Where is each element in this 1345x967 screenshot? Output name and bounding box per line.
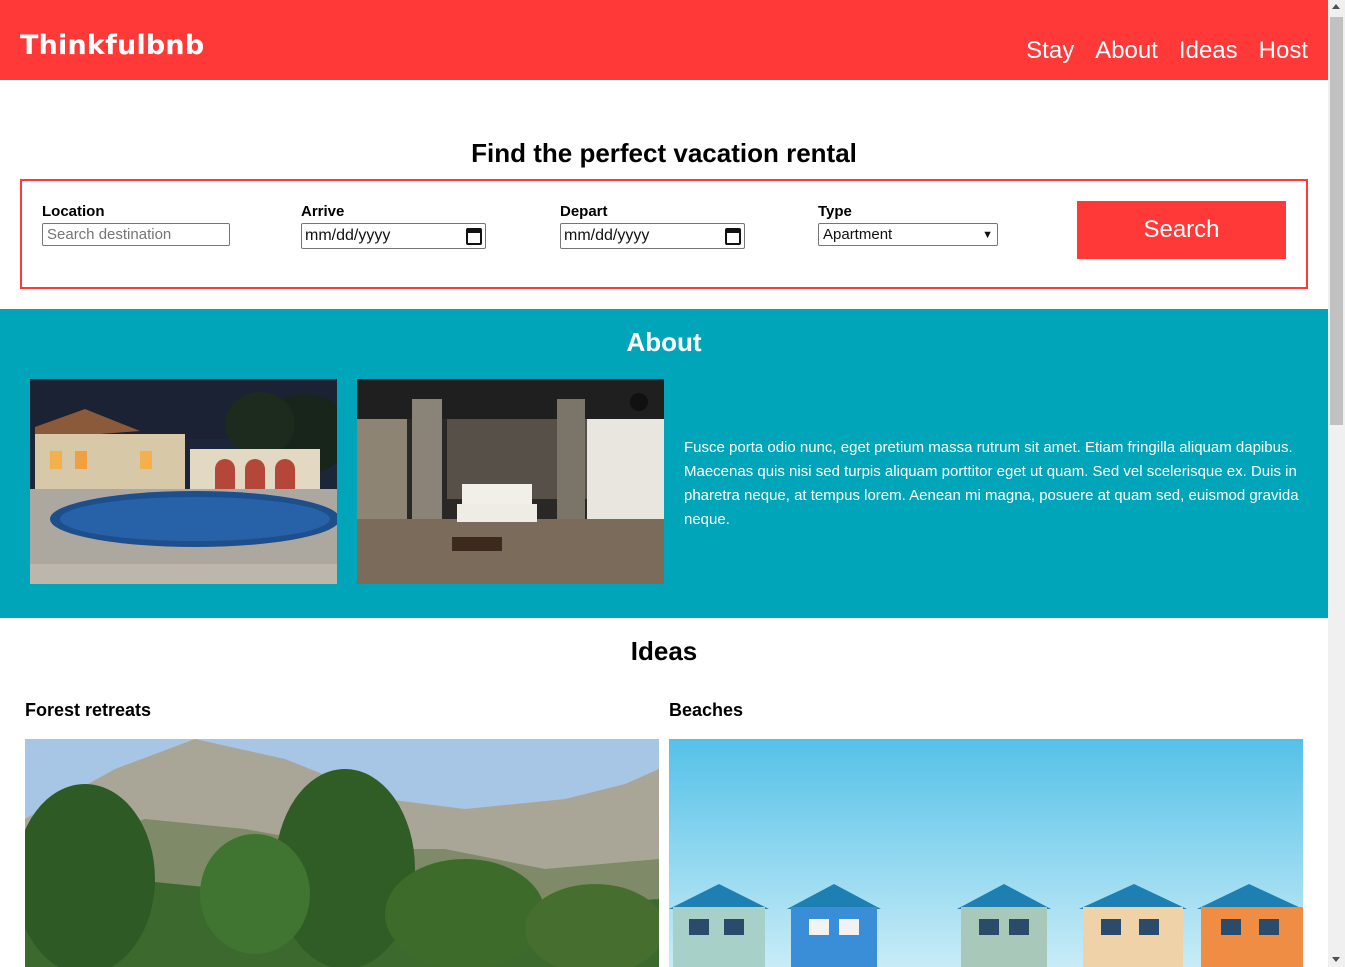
nav-ideas[interactable]: Ideas [1179,37,1238,65]
villa-pool-image [30,379,337,584]
top-bar: Thinkfulbnb Stay About Ideas Host [0,0,1328,80]
nav-about[interactable]: About [1095,37,1158,65]
search-button[interactable]: Search [1077,201,1286,259]
type-select-value: Apartment [823,226,893,243]
vertical-scrollbar[interactable] [1328,0,1345,967]
scroll-down-icon[interactable] [1332,957,1340,962]
search-title: Find the perfect vacation rental [471,138,857,168]
main-nav: Stay About Ideas Host [1026,37,1308,65]
depart-date-input[interactable]: mm/dd/yyyy [560,223,745,249]
nav-stay[interactable]: Stay [1026,37,1074,65]
type-select[interactable]: Apartment ▼ [818,223,998,246]
calendar-icon[interactable] [725,227,741,245]
location-field: Location Search destination [42,203,230,246]
depart-label: Depart [560,203,608,220]
chevron-down-icon: ▼ [982,228,993,241]
depart-date-value: mm/dd/yyyy [564,227,650,244]
about-title: About [626,327,702,357]
idea-label-forest[interactable]: Forest retreats [25,700,151,721]
arrive-date-input[interactable]: mm/dd/yyyy [301,223,486,249]
idea-label-beaches[interactable]: Beaches [669,700,743,721]
beaches-image[interactable] [669,739,1303,967]
about-text: Fusce porta odio nunc, eget pretium mass… [684,439,1299,528]
page: Thinkfulbnb Stay About Ideas Host Find t… [0,0,1328,967]
calendar-icon[interactable] [466,227,482,245]
type-label: Type [818,203,852,220]
forest-retreat-image[interactable] [25,739,659,967]
location-label: Location [42,203,105,220]
scroll-thumb[interactable] [1330,17,1343,425]
scroll-up-icon[interactable] [1332,4,1340,9]
search-form: Location Search destination Arrive mm/dd… [20,179,1308,289]
loft-bedroom-image [357,379,664,584]
type-field: Type Apartment ▼ [818,203,998,246]
nav-host[interactable]: Host [1259,37,1308,65]
about-section: About Fusce porta odio nunc, eget pretiu… [0,309,1328,618]
arrive-field: Arrive mm/dd/yyyy [301,203,486,249]
depart-field: Depart mm/dd/yyyy [560,203,745,249]
logo[interactable]: Thinkfulbnb [20,30,204,61]
arrive-date-value: mm/dd/yyyy [305,227,391,244]
ideas-title: Ideas [630,636,698,666]
location-input[interactable]: Search destination [42,223,230,246]
arrive-label: Arrive [301,203,345,220]
